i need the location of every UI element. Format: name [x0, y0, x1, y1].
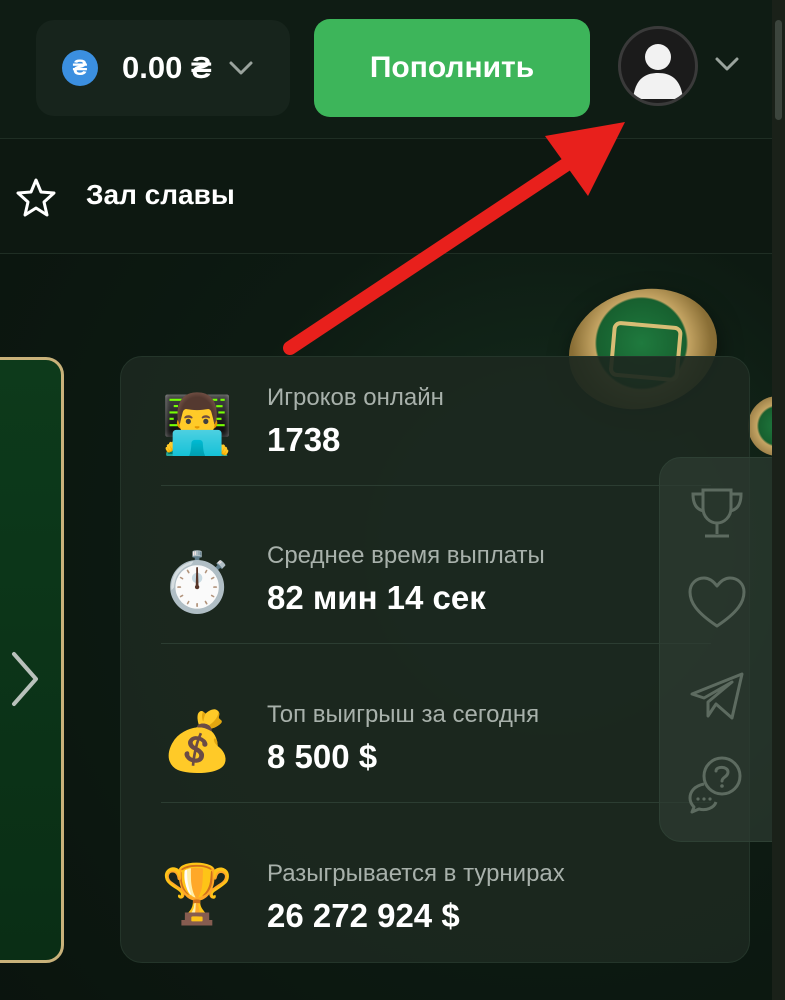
stat-value: 26 272 924 $	[267, 897, 460, 934]
user-avatar[interactable]	[618, 26, 698, 106]
stat-value: 82 мин 14 сек	[267, 579, 486, 616]
stat-label: Разыгрывается в турнирах	[267, 860, 565, 887]
star-icon	[16, 178, 56, 217]
balance-selector[interactable]: ₴ 0.00 ₴	[36, 20, 290, 116]
divider	[161, 802, 711, 803]
stat-value: 8 500 $	[267, 738, 378, 775]
heart-icon[interactable]	[686, 574, 748, 632]
chevron-down-icon	[229, 61, 253, 75]
divider	[161, 485, 711, 486]
hall-of-fame-label[interactable]: Зал славы	[86, 179, 235, 211]
trophy-icon: 🏆	[161, 862, 234, 927]
support-chat-icon[interactable]	[686, 754, 748, 814]
scrollbar-thumb[interactable]	[775, 20, 782, 120]
stat-label: Топ выигрыш за сегодня	[267, 701, 540, 728]
telegram-icon[interactable]	[686, 668, 748, 724]
hryvnia-coin-icon: ₴	[62, 50, 98, 86]
stat-tournament-prize-pool: 🏆 Разыгрывается в турнирах 26 272 924 $	[121, 833, 751, 983]
chevron-down-icon[interactable]	[714, 56, 740, 72]
money-bag-icon: 💰	[161, 709, 234, 774]
stats-card: 👨‍💻 Игроков онлайн 1738 ⏱️ Среднее время…	[120, 356, 750, 963]
top-bar: ₴ 0.00 ₴ Пополнить	[0, 0, 785, 139]
stopwatch-icon: ⏱️	[161, 550, 234, 615]
person-laptop-icon: 👨‍💻	[161, 392, 234, 457]
quick-actions-panel	[659, 457, 785, 842]
balance-amount: 0.00 ₴	[122, 50, 212, 85]
stat-label: Игроков онлайн	[267, 384, 444, 411]
user-silhouette-icon	[633, 44, 683, 99]
scrollbar-track[interactable]	[772, 0, 785, 1000]
stat-label: Среднее время выплаты	[267, 542, 545, 569]
chevron-right-icon[interactable]	[8, 650, 42, 708]
deposit-button[interactable]: Пополнить	[314, 19, 590, 117]
stat-value: 1738	[267, 421, 341, 458]
trophy-icon[interactable]	[686, 484, 748, 544]
divider	[161, 643, 711, 644]
